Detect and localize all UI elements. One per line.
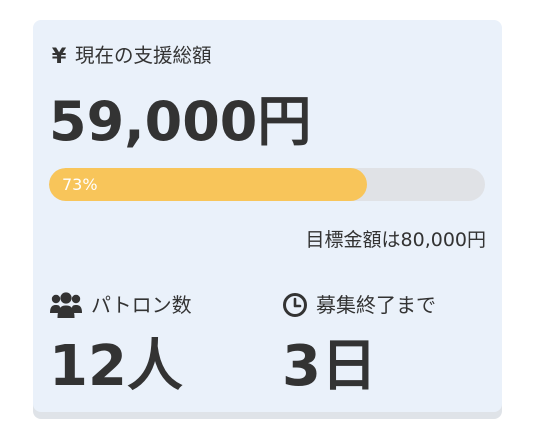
backers-label: パトロン数	[91, 293, 192, 317]
backers-count: 12人	[49, 334, 183, 399]
backers-stat: パトロン数 12人	[49, 290, 192, 400]
current-amount-header: ¥ 現在の支援総額	[49, 44, 212, 68]
funding-status-card: ¥ 現在の支援総額 59,000円 73% 目標金額は80,000円 パトロン数…	[33, 20, 502, 412]
yen-icon: ¥	[51, 44, 67, 68]
days-left-header: 募集終了まで	[282, 290, 436, 320]
days-left-value: 3日	[282, 334, 377, 399]
funding-progress-percent: 73%	[62, 175, 98, 194]
days-left-label: 募集終了まで	[316, 293, 436, 317]
clock-icon	[282, 292, 308, 318]
current-amount-value: 59,000円	[49, 90, 312, 153]
days-left-stat: 募集終了まで 3日	[282, 290, 436, 400]
users-icon	[49, 291, 83, 319]
backers-header: パトロン数	[49, 290, 192, 320]
goal-amount-text: 目標金額は80,000円	[305, 229, 486, 251]
current-amount-label: 現在の支援総額	[75, 44, 212, 67]
funding-progress-bar: 73%	[49, 168, 485, 201]
